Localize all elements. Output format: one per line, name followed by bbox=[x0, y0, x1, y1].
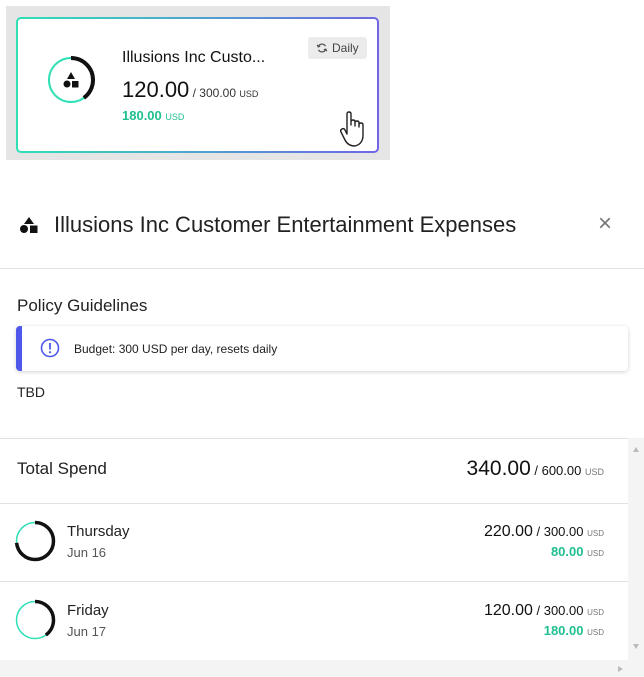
day-date: Jun 16 bbox=[67, 545, 107, 560]
policy-guidelines-heading: Policy Guidelines bbox=[17, 296, 148, 315]
hand-pointer-cursor-icon bbox=[339, 111, 364, 147]
total-spend-amount: 340.00 / 600.00 USD bbox=[466, 457, 604, 480]
refresh-icon bbox=[316, 43, 328, 53]
card-amount: 120.00 / 300.00 USD bbox=[122, 77, 259, 102]
scroll-up-arrow-icon[interactable] bbox=[628, 442, 644, 458]
shapes-icon bbox=[20, 217, 38, 233]
day-progress-ring bbox=[14, 520, 56, 562]
budget-notice-text: Budget: 300 USD per day, resets daily bbox=[74, 342, 278, 356]
total-spend-row: Total Spend 340.00 / 600.00 USD bbox=[0, 438, 628, 504]
panel-title: Illusions Inc Customer Entertainment Exp… bbox=[54, 212, 517, 237]
day-remaining: 80.00 USD bbox=[550, 544, 604, 559]
list-item[interactable]: Friday Jun 17 120.00 / 300.00 USD 180.00… bbox=[0, 582, 628, 661]
budget-progress-ring bbox=[47, 56, 95, 104]
day-date: Jun 17 bbox=[67, 624, 107, 639]
list-item[interactable]: Thursday Jun 16 220.00 / 300.00 USD 80.0… bbox=[0, 503, 628, 582]
card-remaining: 180.00 USD bbox=[122, 108, 185, 123]
shapes-icon bbox=[63, 72, 79, 88]
day-name: Thursday bbox=[67, 523, 130, 540]
day-amount: 120.00 / 300.00 USD bbox=[483, 602, 604, 619]
reset-frequency-badge: Daily bbox=[308, 37, 367, 59]
day-remaining: 180.00 USD bbox=[543, 623, 604, 638]
day-progress-ring bbox=[14, 599, 56, 641]
panel-header: Illusions Inc Customer Entertainment Exp… bbox=[0, 188, 644, 269]
close-icon[interactable]: × bbox=[598, 212, 612, 236]
horizontal-scrollbar[interactable] bbox=[0, 660, 644, 677]
scroll-down-arrow-icon[interactable] bbox=[628, 638, 644, 654]
day-name: Friday bbox=[67, 602, 109, 619]
vertical-scrollbar[interactable] bbox=[628, 438, 644, 677]
day-amount: 220.00 / 300.00 USD bbox=[483, 523, 604, 540]
scroll-right-arrow-icon[interactable] bbox=[612, 661, 628, 677]
total-spend-label: Total Spend bbox=[17, 459, 107, 478]
budget-notice: Budget: 300 USD per day, resets daily bbox=[16, 326, 628, 371]
card-title: Illusions Inc Custo... bbox=[122, 49, 266, 66]
info-icon bbox=[40, 338, 60, 358]
guidelines-note: TBD bbox=[17, 384, 45, 400]
budget-card[interactable]: Illusions Inc Custo... 120.00 / 300.00 U… bbox=[16, 17, 379, 153]
